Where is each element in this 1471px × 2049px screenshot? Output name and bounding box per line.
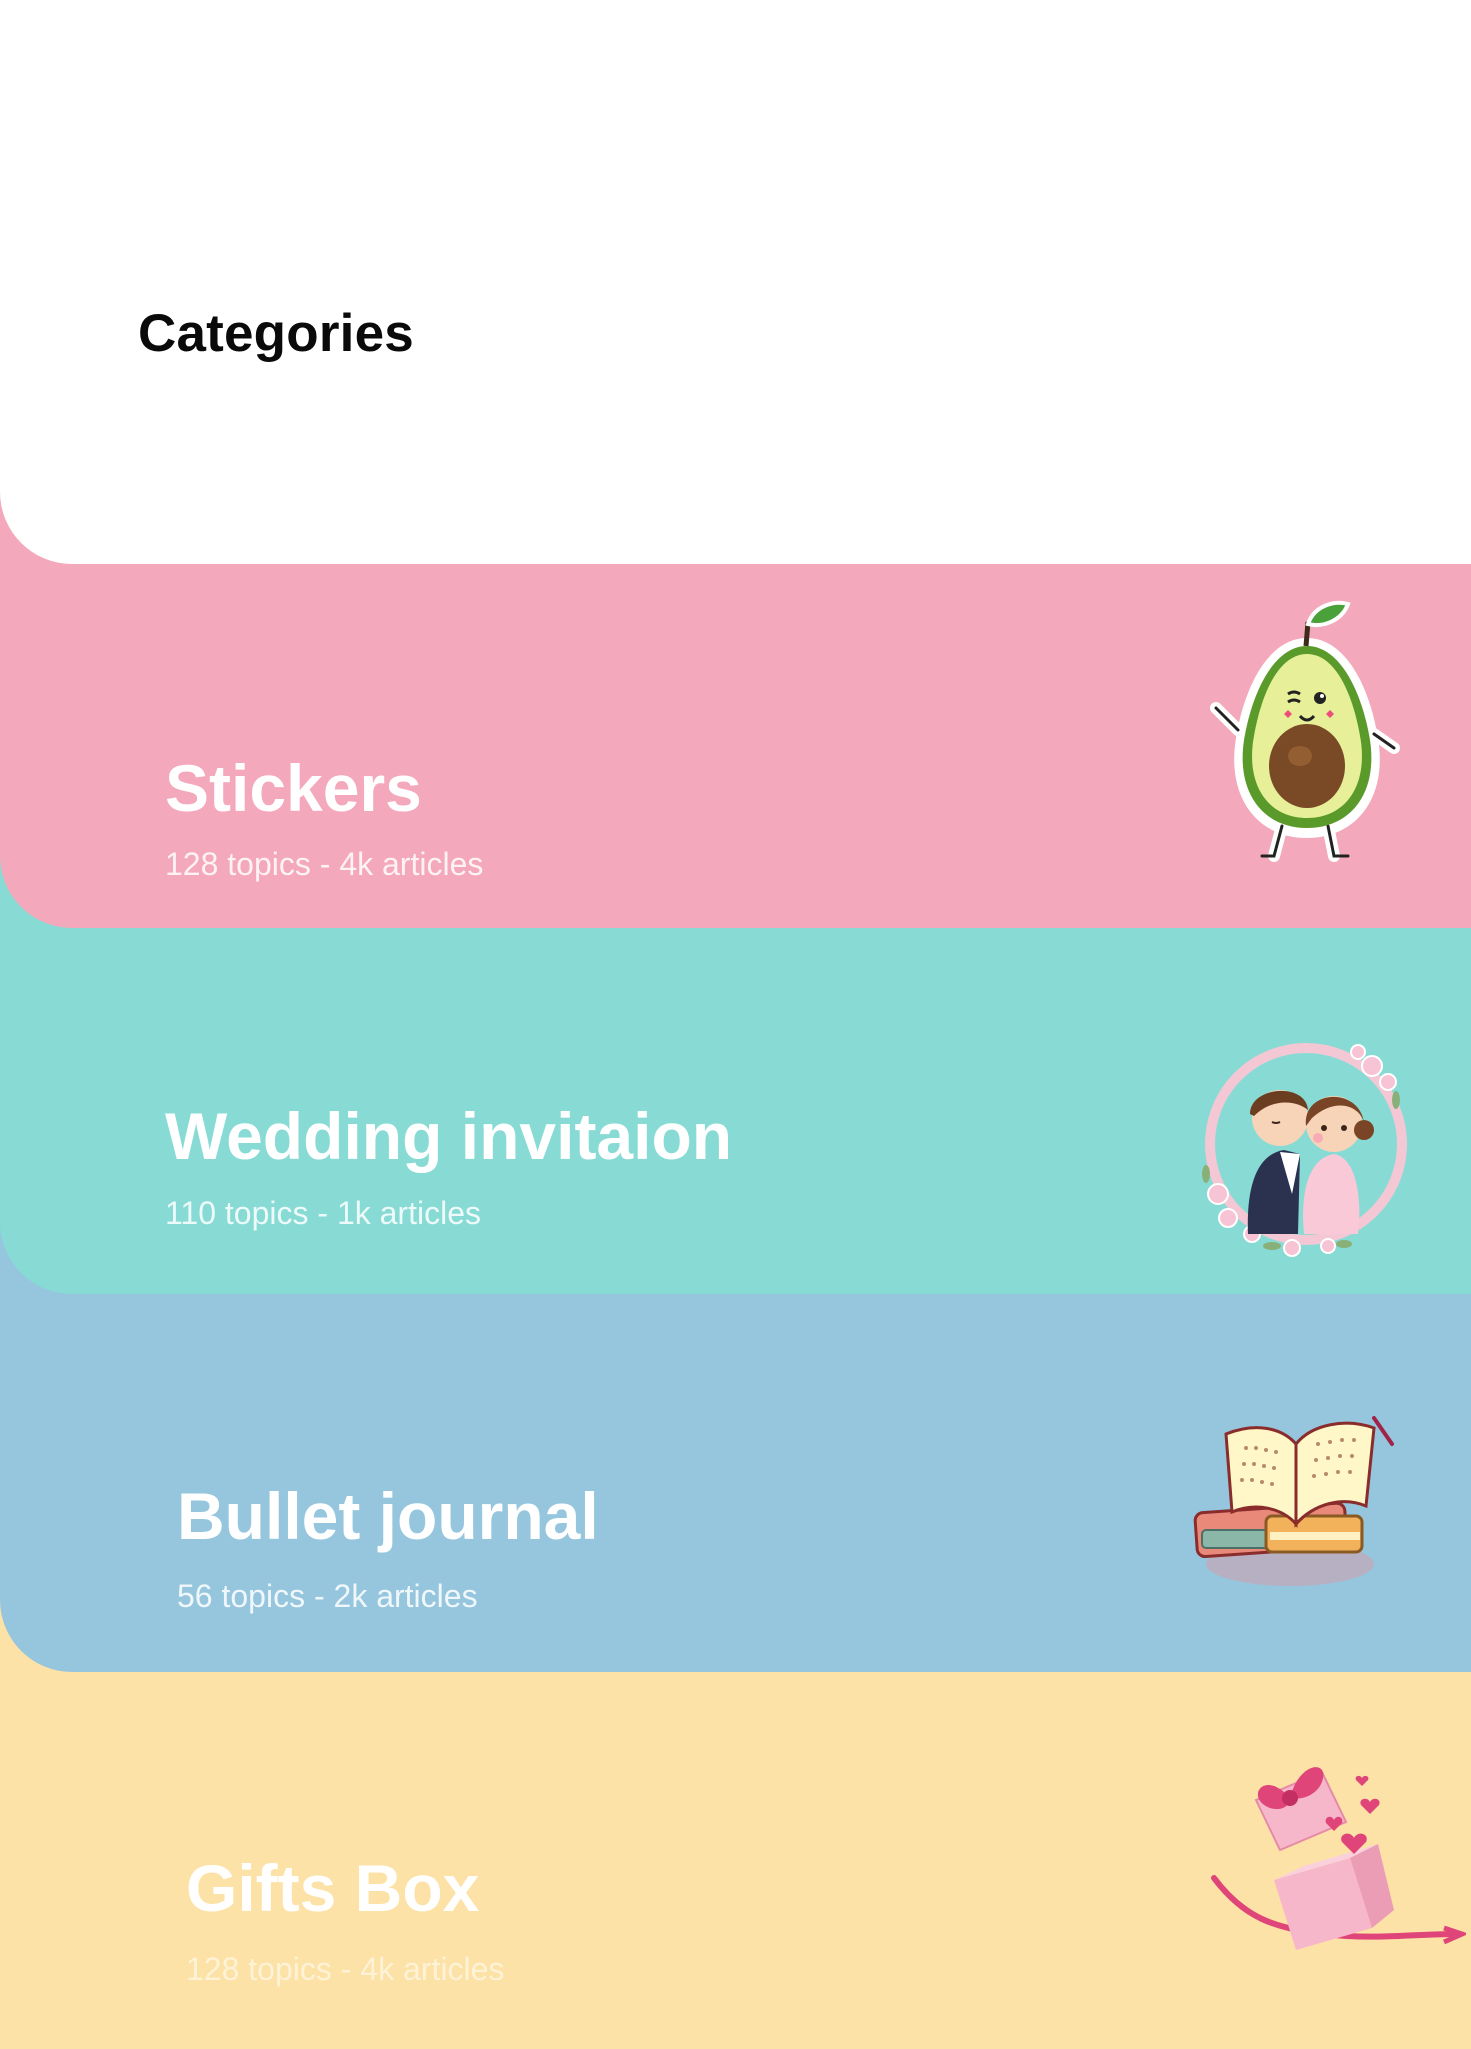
open-journal-books-icon	[1186, 1404, 1398, 1594]
gift-box-hearts-icon	[1204, 1738, 1466, 1970]
avocado-sticker-icon	[1208, 598, 1406, 870]
category-title: Bullet journal	[177, 1479, 599, 1553]
category-title: Gifts Box	[186, 1851, 480, 1925]
category-title: Wedding invitaion	[165, 1099, 733, 1173]
category-stats: 128 topics - 4k articles	[165, 846, 484, 882]
page-title: Categories	[138, 304, 414, 363]
category-title: Stickers	[165, 751, 422, 825]
category-stats: 110 topics - 1k articles	[165, 1195, 481, 1231]
wedding-couple-icon	[1188, 1034, 1416, 1258]
category-stats: 56 topics - 2k articles	[177, 1578, 478, 1614]
category-stats: 128 topics - 4k articles	[186, 1951, 505, 1987]
header-panel: Categories	[0, 0, 1471, 564]
